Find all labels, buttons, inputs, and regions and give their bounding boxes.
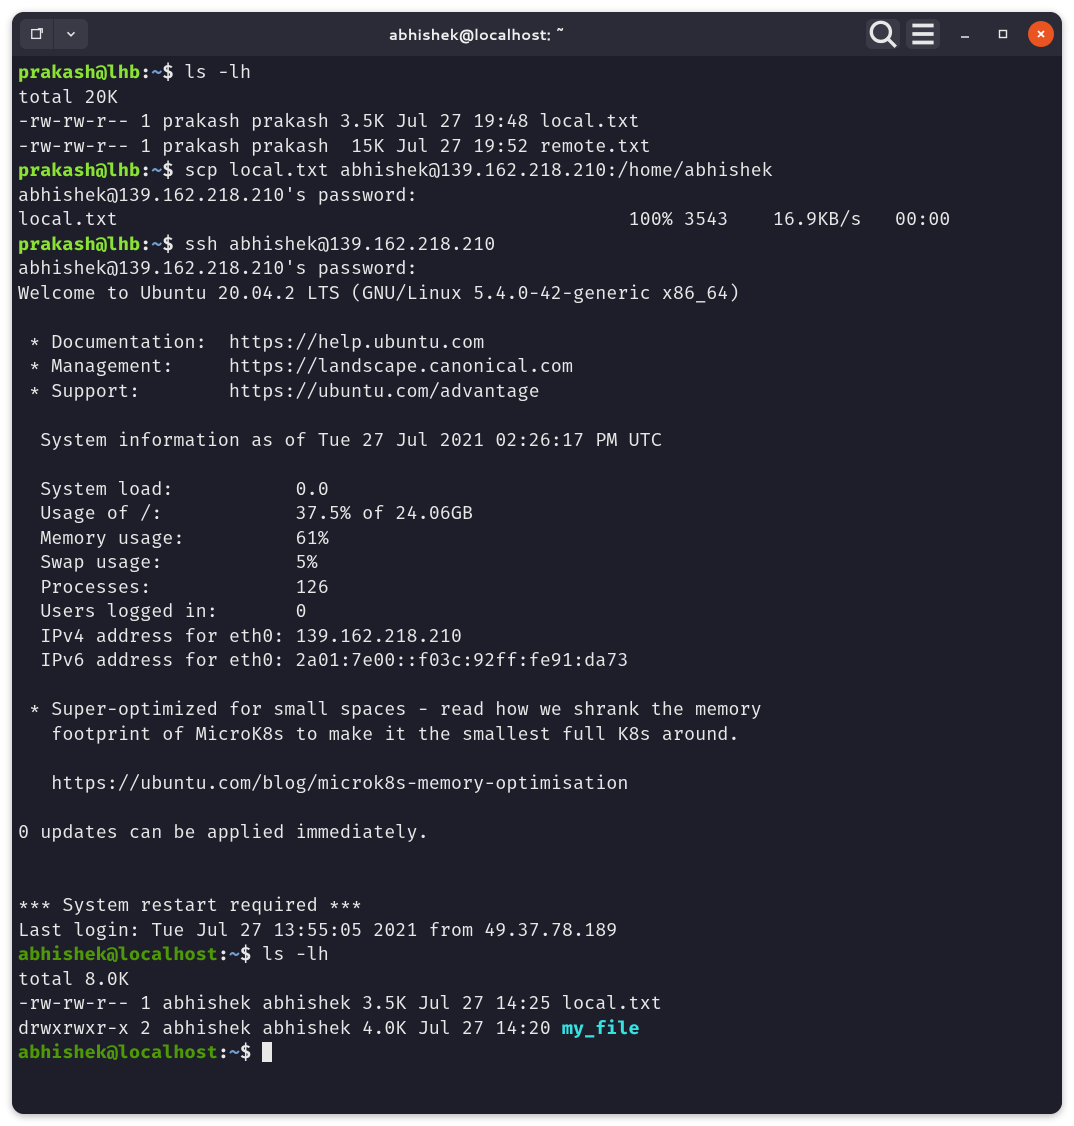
cursor <box>262 1042 272 1062</box>
window-title: abhishek@localhost: ~ <box>94 24 860 45</box>
command-text: ls -lh <box>262 943 329 965</box>
output-line: Users logged in: 0 <box>18 600 307 622</box>
output-line: drwxrwxr-x 2 abhishek abhishek 4.0K Jul … <box>18 1017 562 1039</box>
output-line: -rw-rw-r-- 1 prakash prakash 3.5K Jul 27… <box>18 110 640 132</box>
prompt-user: abhishek@localhost <box>18 1041 218 1063</box>
new-tab-button[interactable] <box>20 19 54 49</box>
prompt-user: prakash@lhb <box>18 233 140 255</box>
command-text: ls -lh <box>185 61 252 83</box>
hamburger-icon <box>906 17 940 51</box>
output-line: footprint of MicroK8s to make it the sma… <box>18 723 740 745</box>
prompt-path: ~ <box>229 943 240 965</box>
terminal-body[interactable]: prakash@lhb:~$ ls -lh total 20K -rw-rw-r… <box>12 56 1062 1114</box>
output-line: * Super-optimized for small spaces - rea… <box>18 698 762 720</box>
output-line: -rw-rw-r-- 1 abhishek abhishek 3.5K Jul … <box>18 992 662 1014</box>
command-text: ssh abhishek@139.162.218.210 <box>185 233 496 255</box>
prompt-path: ~ <box>151 61 162 83</box>
output-line: total 20K <box>18 86 118 108</box>
tab-dropdown-button[interactable] <box>54 19 88 49</box>
output-line: 0 updates can be applied immediately. <box>18 821 429 843</box>
directory-name: my_file <box>562 1017 640 1039</box>
output-line: Welcome to Ubuntu 20.04.2 LTS (GNU/Linux… <box>18 282 740 304</box>
output-line: local.txt 100% 3543 16.9KB/s 00:00 <box>18 208 950 230</box>
output-line: https://ubuntu.com/blog/microk8s-memory-… <box>18 772 629 794</box>
output-line: * Documentation: https://help.ubuntu.com <box>18 331 484 353</box>
terminal-window: abhishek@localhost: ~ prakash@lhb:~$ ls … <box>12 12 1062 1114</box>
command-text: scp local.txt abhishek@139.162.218.210:/… <box>185 159 773 181</box>
prompt-user: prakash@lhb <box>18 159 140 181</box>
menu-button[interactable] <box>906 19 940 49</box>
output-line: abhishek@139.162.218.210's password: <box>18 184 429 206</box>
titlebar-right-group <box>866 19 1054 49</box>
close-button[interactable] <box>1028 21 1054 47</box>
output-line: Memory usage: 61% <box>18 527 329 549</box>
output-line: Usage of /: 37.5% of 24.06GB <box>18 502 473 524</box>
new-tab-icon <box>30 27 44 41</box>
output-line: System information as of Tue 27 Jul 2021… <box>18 429 662 451</box>
output-line: IPv4 address for eth0: 139.162.218.210 <box>18 625 462 647</box>
search-button[interactable] <box>866 19 900 49</box>
minimize-icon <box>959 28 971 40</box>
prompt-path: ~ <box>151 233 162 255</box>
output-line: total 8.0K <box>18 968 129 990</box>
output-line: * Support: https://ubuntu.com/advantage <box>18 380 540 402</box>
output-line: System load: 0.0 <box>18 478 329 500</box>
prompt-path: ~ <box>151 159 162 181</box>
search-icon <box>866 17 900 51</box>
output-line: Swap usage: 5% <box>18 551 318 573</box>
titlebar-left-group <box>20 19 88 49</box>
output-line: Last login: Tue Jul 27 13:55:05 2021 fro… <box>18 919 617 941</box>
output-line: IPv6 address for eth0: 2a01:7e00::f03c:9… <box>18 649 629 671</box>
titlebar: abhishek@localhost: ~ <box>12 12 1062 56</box>
output-line: Processes: 126 <box>18 576 329 598</box>
maximize-icon <box>997 28 1009 40</box>
prompt-path: ~ <box>229 1041 240 1063</box>
minimize-button[interactable] <box>952 21 978 47</box>
output-line: * Management: https://landscape.canonica… <box>18 355 573 377</box>
prompt-user: abhishek@localhost <box>18 943 218 965</box>
prompt-user: prakash@lhb <box>18 61 140 83</box>
output-line: *** System restart required *** <box>18 894 362 916</box>
maximize-button[interactable] <box>990 21 1016 47</box>
output-line: -rw-rw-r-- 1 prakash prakash 15K Jul 27 … <box>18 135 651 157</box>
chevron-down-icon <box>64 27 78 41</box>
output-line: abhishek@139.162.218.210's password: <box>18 257 429 279</box>
close-icon <box>1035 28 1047 40</box>
